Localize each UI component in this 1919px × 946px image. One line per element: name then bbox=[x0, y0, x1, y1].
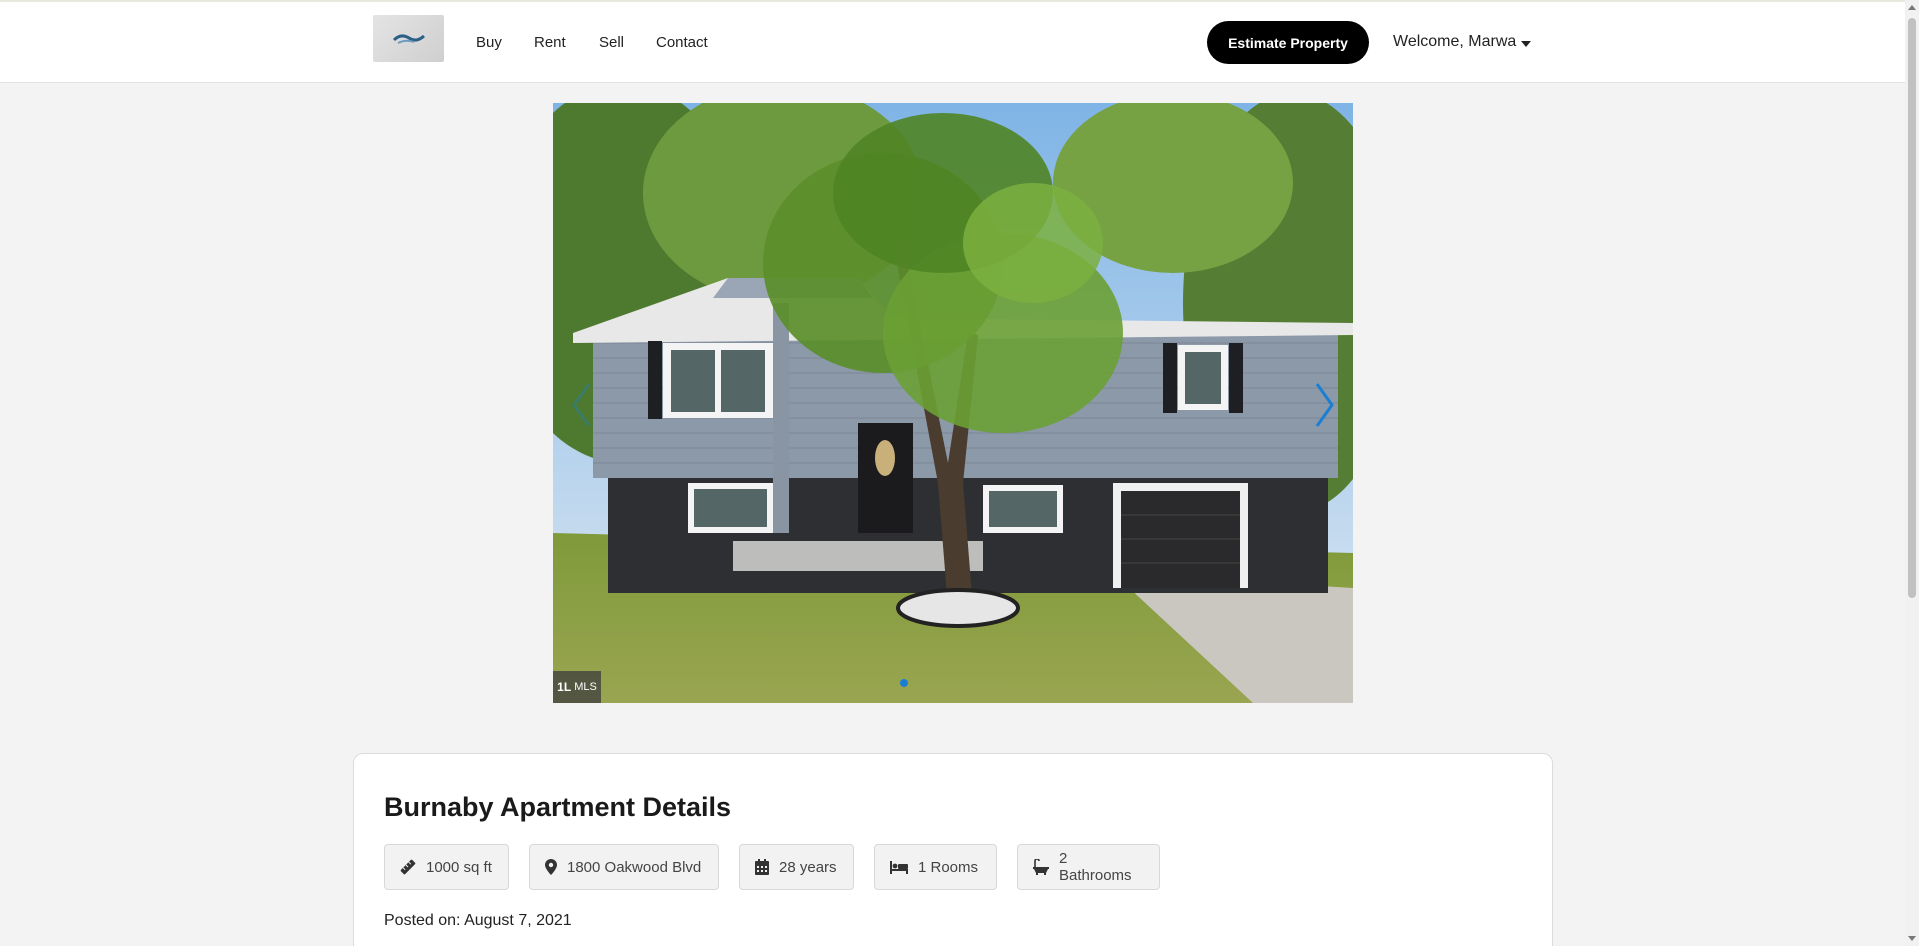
scroll-up-arrow-icon[interactable] bbox=[1908, 5, 1916, 10]
chevron-right-icon bbox=[1315, 383, 1334, 427]
map-pin-icon bbox=[545, 859, 557, 875]
estimate-property-button[interactable]: Estimate Property bbox=[1207, 21, 1369, 64]
site-logo[interactable] bbox=[373, 15, 444, 62]
mls-text: MLS bbox=[574, 681, 597, 693]
bath-icon bbox=[1033, 859, 1049, 875]
nav-buy[interactable]: Buy bbox=[476, 34, 502, 51]
feature-age-label: 28 years bbox=[779, 858, 837, 876]
user-menu[interactable]: Welcome, Marwa bbox=[1393, 33, 1532, 51]
caret-down-icon bbox=[1521, 40, 1532, 47]
page-scrollbar[interactable] bbox=[1905, 0, 1919, 946]
carousel-dot-1[interactable] bbox=[900, 679, 908, 687]
feature-area-label: 1000 sq ft bbox=[426, 858, 492, 876]
nav-contact[interactable]: Contact bbox=[656, 34, 708, 51]
nav-sell[interactable]: Sell bbox=[599, 34, 624, 51]
feature-address-label: 1800 Oakwood Blvd bbox=[567, 858, 702, 876]
feature-rooms-label: 1 Rooms bbox=[918, 858, 979, 876]
scrollbar-thumb[interactable] bbox=[1908, 18, 1916, 598]
scroll-down-arrow-icon[interactable] bbox=[1908, 936, 1916, 941]
logo-wave-icon bbox=[392, 33, 425, 44]
posted-date: Posted on: August 7, 2021 bbox=[384, 912, 572, 929]
chevron-left-icon bbox=[572, 383, 591, 427]
welcome-text: Welcome, Marwa bbox=[1393, 33, 1517, 50]
property-image-carousel[interactable]: 1L MLS bbox=[553, 103, 1353, 703]
bed-icon bbox=[890, 861, 908, 874]
feature-bathrooms-label: 2 Bathrooms bbox=[1059, 850, 1132, 884]
feature-area: 1000 sq ft bbox=[384, 844, 509, 890]
ruler-icon bbox=[400, 859, 416, 875]
nav-rent[interactable]: Rent bbox=[534, 34, 566, 51]
feature-age: 28 years bbox=[739, 844, 854, 890]
mls-logo-icon: 1L bbox=[557, 680, 572, 694]
feature-address: 1800 Oakwood Blvd bbox=[529, 844, 719, 890]
feature-bathrooms: 2 Bathrooms bbox=[1017, 844, 1160, 890]
carousel-prev-button[interactable] bbox=[561, 375, 601, 435]
property-photo bbox=[553, 103, 1353, 703]
property-details-card: Burnaby Apartment Details 1000 sq ft 180… bbox=[353, 753, 1553, 946]
site-header: Buy Rent Sell Contact Estimate Property … bbox=[0, 2, 1905, 83]
mls-watermark: 1L MLS bbox=[553, 671, 601, 703]
feature-rooms: 1 Rooms bbox=[874, 844, 997, 890]
details-title: Burnaby Apartment Details bbox=[384, 792, 732, 822]
carousel-next-button[interactable] bbox=[1305, 375, 1345, 435]
calendar-icon bbox=[755, 859, 769, 875]
